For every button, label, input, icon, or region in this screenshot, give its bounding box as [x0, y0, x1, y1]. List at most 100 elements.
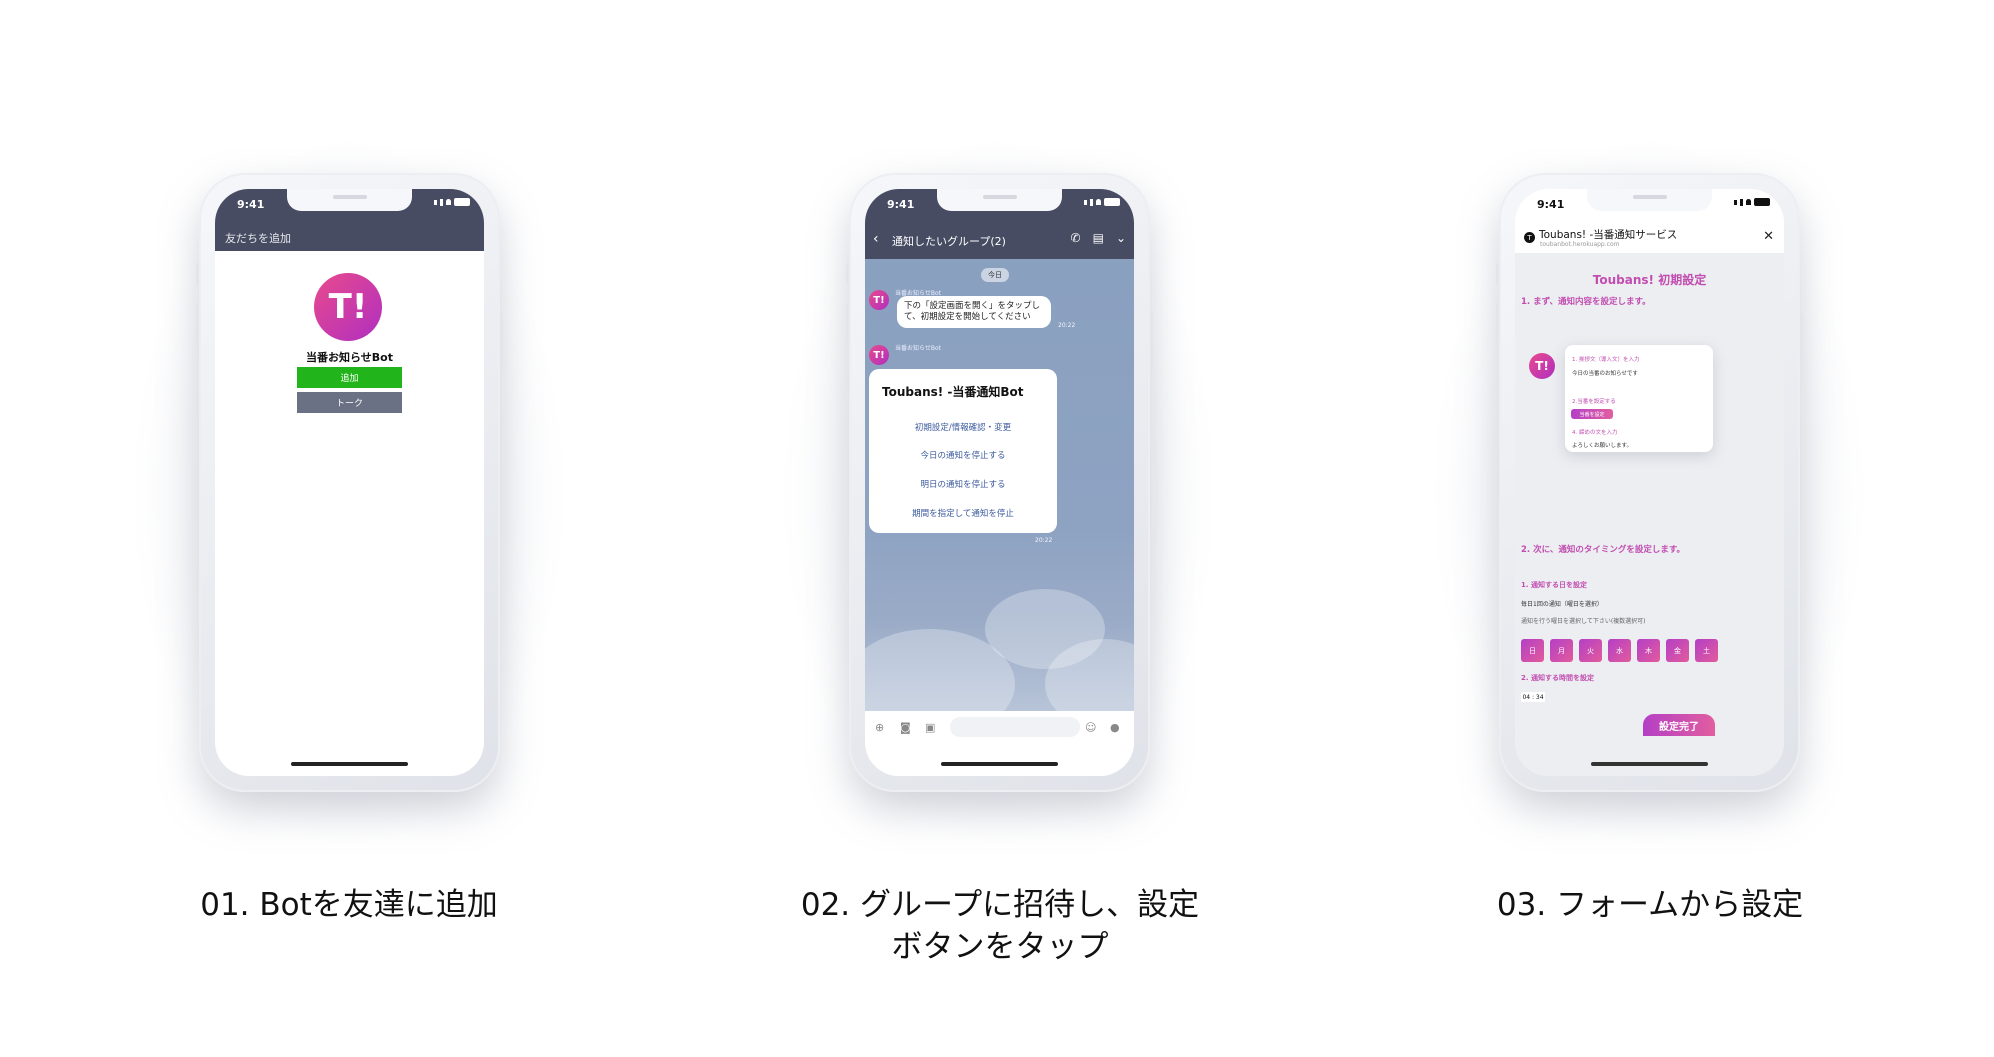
date-label: 今日 — [981, 268, 1009, 282]
screen: 9:41 T Toubans! -当番通知サービス toubanbot.hero… — [1515, 189, 1784, 776]
signal-icon — [434, 199, 437, 205]
side-button — [500, 313, 503, 373]
status-icons — [1734, 198, 1770, 206]
step-1-text: 01. Botを友達に追加 — [200, 887, 498, 923]
card-action-stop-tomorrow[interactable]: 明日の通知を停止する — [869, 478, 1057, 490]
preview-greeting[interactable]: 今日の当番のお知らせです — [1572, 369, 1638, 377]
step-3-text: 03. フォームから設定 — [1496, 887, 1804, 923]
preview-closing[interactable]: よろしくお願いします。 — [1572, 441, 1632, 449]
card-time: 20:22 — [1035, 537, 1053, 544]
card-title: Toubans! -当番通知Bot — [882, 385, 1024, 399]
speaker — [333, 195, 367, 199]
side-button — [846, 263, 849, 285]
card-action-stop-today[interactable]: 今日の通知を停止する — [869, 449, 1057, 461]
chevron-left-icon[interactable]: ‹ — [873, 231, 879, 247]
talk-button[interactable]: トーク — [297, 392, 402, 413]
day-sun[interactable]: 日 — [1521, 639, 1544, 662]
page-title: Toubans! 初期設定 — [1592, 273, 1707, 287]
battery-icon — [454, 198, 470, 206]
message-preview: 1. 挨拶文（導入文）を入力 今日の当番のお知らせです 2.当番を設定する 当番… — [1565, 345, 1713, 452]
header-title: 友だちを追加 — [225, 232, 291, 245]
phone-icon[interactable]: ✆ — [1071, 231, 1081, 245]
day-wed[interactable]: 水 — [1608, 639, 1631, 662]
camera-icon[interactable]: ◙ — [900, 721, 911, 734]
day-fri[interactable]: 金 — [1666, 639, 1689, 662]
step-2-caption: 02. グループに招待し、設定 ボタンをタップ — [740, 884, 1260, 968]
battery-icon — [1104, 198, 1120, 206]
preview-label-duty: 2.当番を設定する — [1572, 399, 1616, 405]
daily-option[interactable]: 毎日1回の通知（曜日を選択） — [1521, 599, 1603, 608]
image-icon[interactable]: ▣ — [925, 721, 935, 734]
signal-icon — [1734, 199, 1737, 205]
mic-icon[interactable]: ● — [1110, 721, 1120, 734]
notch — [1587, 189, 1712, 211]
status-icons — [1084, 198, 1120, 206]
side-button — [846, 303, 849, 343]
sub-day-heading: 1. 通知する日を設定 — [1521, 581, 1587, 589]
day-thu[interactable]: 木 — [1637, 639, 1660, 662]
status-icons — [434, 198, 470, 206]
emoji-icon[interactable]: ☺ — [1085, 721, 1096, 734]
section-timing-heading: 2. 次に、通知のタイミングを設定します。 — [1521, 545, 1685, 555]
message-input[interactable] — [950, 717, 1080, 737]
menu-icon[interactable]: ▤ — [1093, 231, 1104, 245]
close-icon[interactable]: ✕ — [1763, 229, 1774, 244]
card-action-settings[interactable]: 初期設定/情報確認・変更 — [869, 421, 1057, 433]
notch — [287, 189, 412, 211]
screen: 9:41 ‹ 通知したいグループ(2) ✆ ▤ ⌄ 今日 T! 当番お知らせBo… — [865, 189, 1134, 776]
speaker — [983, 195, 1017, 199]
header-actions: ✆ ▤ ⌄ — [1071, 231, 1126, 245]
sub-time-heading: 2. 通知する時間を設定 — [1521, 674, 1594, 682]
signal-icon — [1084, 199, 1087, 205]
bot-avatar: T! — [314, 273, 382, 341]
message-bubble: 下の「設定画面を開く」をタップして、初期設定を開始してください — [897, 296, 1051, 328]
settings-form: Toubans! 初期設定 1. まず、通知内容を設定します。 T! 1. 挨拶… — [1515, 253, 1784, 776]
side-button — [1800, 313, 1803, 373]
side-button — [1150, 313, 1153, 373]
days-hint: 通知を行う曜日を選択して下さい(複数選択可) — [1521, 618, 1646, 625]
phone-1: 9:41 友だちを追加 T! 当番お知らせBot 追加 トーク — [129, 133, 569, 853]
day-sat[interactable]: 土 — [1695, 639, 1718, 662]
add-friend-button[interactable]: 追加 — [297, 367, 402, 388]
phone-2: 9:41 ‹ 通知したいグループ(2) ✆ ▤ ⌄ 今日 T! 当番お知らせBo… — [779, 133, 1219, 853]
status-time: 9:41 — [237, 198, 265, 211]
time-input[interactable]: 04 : 34 — [1521, 692, 1545, 702]
submit-button[interactable]: 設定完了 — [1643, 714, 1715, 736]
bot-avatar[interactable]: T! — [869, 345, 889, 365]
speaker — [1633, 195, 1667, 199]
screen: 9:41 友だちを追加 T! 当番お知らせBot 追加 トーク — [215, 189, 484, 776]
phone-frame: 9:41 友だちを追加 T! 当番お知らせBot 追加 トーク — [196, 173, 503, 792]
bot-avatar: T! — [1529, 353, 1555, 379]
weekday-selector: 日 月 火 水 木 金 土 — [1521, 639, 1718, 662]
bot-name: 当番お知らせBot — [306, 351, 393, 364]
side-button — [1496, 303, 1499, 343]
message-time: 20:22 — [1058, 322, 1076, 329]
step-2-line1: 02. グループに招待し、設定 — [800, 887, 1200, 923]
preview-label-closing: 4. 締めの文を入力 — [1572, 430, 1618, 436]
side-button — [196, 303, 199, 343]
plus-icon[interactable]: ⊕ — [875, 721, 884, 734]
day-tue[interactable]: 火 — [1579, 639, 1602, 662]
status-time: 9:41 — [1537, 198, 1565, 211]
step-3-caption: 03. フォームから設定 — [1440, 884, 1860, 926]
phone-frame: 9:41 ‹ 通知したいグループ(2) ✆ ▤ ⌄ 今日 T! 当番お知らせBo… — [846, 173, 1153, 792]
phone-3: 9:41 T Toubans! -当番通知サービス toubanbot.hero… — [1429, 133, 1869, 853]
home-indicator — [941, 762, 1058, 766]
card-action-stop-period[interactable]: 期間を指定して通知を停止 — [869, 507, 1057, 519]
notch — [937, 189, 1062, 211]
battery-icon — [1754, 198, 1770, 206]
chat-area: 今日 T! 当番お知らせBot 下の「設定画面を開く」をタップして、初期設定を開… — [865, 259, 1134, 739]
step-2-line2: ボタンをタップ — [891, 929, 1109, 965]
signal-icon — [1740, 198, 1743, 206]
day-mon[interactable]: 月 — [1550, 639, 1573, 662]
wifi-icon — [1096, 199, 1101, 205]
signal-icon — [440, 198, 443, 206]
sender-name: 当番お知らせBot — [895, 345, 942, 352]
site-url: toubanbot.herokuapp.com — [1540, 241, 1620, 248]
set-duty-button[interactable]: 当番を設定 — [1571, 409, 1613, 419]
section-content-heading: 1. まず、通知内容を設定します。 — [1521, 297, 1651, 307]
chevron-down-icon[interactable]: ⌄ — [1116, 231, 1126, 245]
group-title: 通知したいグループ(2) — [892, 235, 1006, 248]
side-button — [196, 263, 199, 285]
bot-avatar[interactable]: T! — [869, 290, 889, 310]
